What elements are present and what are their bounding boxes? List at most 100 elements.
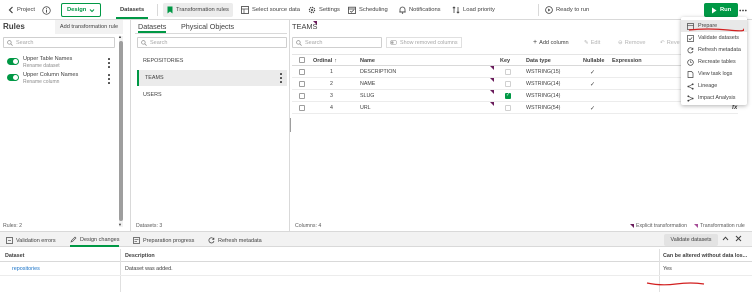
header-can-be-altered[interactable]: Can be altered without data los... — [663, 250, 747, 262]
menu-item-lineage[interactable]: Lineage — [681, 80, 747, 92]
menu-item-recreate-tables[interactable]: Recreate tables — [681, 56, 747, 68]
more-actions-button[interactable] — [738, 3, 748, 17]
nullable-check-icon: ✓ — [590, 105, 596, 112]
rule-toggle[interactable] — [7, 58, 19, 65]
checkmark-icon: ✓ — [506, 92, 511, 98]
datasets-search-input[interactable]: Search — [137, 37, 287, 48]
transformation-marker-icon — [490, 78, 494, 82]
key-checkbox[interactable] — [505, 105, 511, 111]
settings-button[interactable]: Settings — [304, 3, 344, 17]
scheduling-label: Scheduling — [359, 7, 388, 13]
row-checkbox[interactable] — [299, 69, 305, 75]
back-to-project-button[interactable]: Project — [4, 3, 39, 17]
rule-item[interactable]: Upper Column Names Rename column — [5, 72, 115, 88]
rule-more-menu[interactable] — [107, 58, 111, 68]
scheduling-button[interactable]: Scheduling — [344, 3, 392, 17]
add-transformation-rule-button[interactable]: Add transformation rule — [55, 20, 123, 34]
tab-physical-objects[interactable]: Physical Objects — [181, 22, 234, 31]
table-row[interactable]: 2 NAME WSTRING(14) ✓ — [292, 78, 738, 90]
notifications-button[interactable]: Notifications — [395, 3, 445, 17]
load-priority-label: Load priority — [463, 7, 495, 13]
header-nullable[interactable]: Nullable — [583, 55, 604, 66]
table-row[interactable]: 1 DESCRIPTION WSTRING(15) ✓ — [292, 66, 738, 78]
dataset-item-repositories[interactable]: REPOSITORIES — [137, 53, 287, 69]
scroll-up-arrow-icon[interactable]: ▲ — [118, 34, 122, 39]
header-datatype[interactable]: Data type — [526, 55, 551, 66]
separator — [538, 4, 539, 16]
pencil-icon — [70, 236, 77, 243]
nullable-check-icon: ✓ — [590, 81, 596, 88]
menu-item-refresh-metadata[interactable]: Refresh metadata — [681, 44, 747, 56]
nullable-check-icon: ✓ — [590, 69, 596, 76]
load-priority-button[interactable]: Load priority — [448, 3, 499, 17]
add-column-button[interactable]: + Add column — [533, 37, 569, 48]
rules-search-input[interactable]: Search — [3, 37, 115, 48]
dataset-item-teams[interactable]: TEAMS — [137, 70, 287, 86]
info-button[interactable] — [42, 3, 51, 17]
select-all-checkbox[interactable] — [299, 57, 305, 63]
run-button[interactable]: Run — [704, 3, 739, 17]
edit-button[interactable]: ✎ Edit — [584, 37, 600, 48]
document-icon — [687, 70, 694, 78]
progress-icon — [133, 237, 140, 244]
menu-item-validate-datasets[interactable]: Validate datasets — [681, 32, 747, 44]
header-expression[interactable]: Expression — [612, 55, 642, 66]
row-checkbox[interactable] — [299, 93, 305, 99]
toggle-icon — [390, 40, 397, 45]
tab-refresh-metadata[interactable]: Refresh metadata — [208, 234, 262, 247]
tab-validation-errors[interactable]: Validation errors — [6, 234, 56, 247]
row-checkbox[interactable] — [299, 105, 305, 111]
row-checkbox[interactable] — [299, 81, 305, 87]
bookmark-icon — [167, 6, 173, 14]
header-name[interactable]: Name — [360, 55, 375, 66]
rules-scrollbar-thumb[interactable] — [119, 41, 123, 221]
calendar-icon — [348, 6, 356, 14]
remove-circle-icon: ⊖ — [618, 39, 623, 46]
table-row[interactable]: 4 URL WSTRING(54) ✓ fx — [292, 102, 738, 114]
header-description[interactable]: Description — [125, 250, 155, 262]
show-removed-columns-button[interactable]: Show removed columns — [386, 37, 462, 48]
rule-item[interactable]: Upper Table Names Rename dataset — [5, 56, 115, 72]
sort-ascending-icon: ↑ — [334, 57, 338, 64]
header-ordinal[interactable]: Ordinal ↑ — [313, 55, 337, 66]
table-row[interactable]: 3 SLUG ✓ WSTRING(14) — [292, 90, 738, 102]
tab-datasets[interactable]: Datasets — [116, 2, 149, 19]
dataset-item-users[interactable]: USERS — [137, 87, 287, 103]
recreate-icon — [687, 58, 694, 66]
select-source-data-button[interactable]: Select source data — [237, 3, 304, 17]
rule-more-menu[interactable] — [107, 74, 111, 84]
add-column-label: Add column — [539, 39, 569, 46]
tab-design-changes[interactable]: Design changes — [70, 234, 120, 247]
menu-item-label: Lineage — [698, 83, 718, 89]
tab-preparation-progress[interactable]: Preparation progress — [133, 234, 194, 247]
search-icon — [7, 39, 13, 46]
transformation-rules-button[interactable]: Transformation rules — [163, 3, 233, 17]
table-row[interactable]: repositories Dataset was added. Yes — [0, 263, 752, 276]
resize-handle[interactable] — [290, 118, 291, 132]
datasets-search-placeholder: Search — [150, 39, 168, 46]
close-icon[interactable] — [735, 235, 742, 242]
remove-label: Remove — [624, 39, 646, 46]
legend-explicit-label: Explicit transformation — [636, 223, 688, 229]
validate-datasets-button[interactable]: Validate datasets — [664, 234, 718, 246]
revert-button[interactable]: ↶ Reve — [660, 37, 680, 48]
rule-toggle[interactable] — [7, 74, 19, 81]
dataset-more-menu[interactable] — [279, 73, 283, 83]
menu-item-label: Recreate tables — [698, 59, 736, 65]
collapse-panel-icon[interactable] — [722, 235, 729, 242]
remove-button[interactable]: ⊖ Remove — [618, 37, 646, 48]
menu-item-impact-analysis[interactable]: Impact Analysis — [681, 92, 747, 104]
pencil-icon: ✎ — [584, 39, 589, 46]
header-dataset[interactable]: Dataset — [5, 250, 24, 262]
design-label: Design — [67, 7, 87, 13]
design-dropdown[interactable]: Design — [61, 3, 102, 17]
key-checkbox[interactable] — [505, 69, 511, 75]
menu-item-view-task-logs[interactable]: View task logs — [681, 68, 747, 80]
header-key[interactable]: Key — [500, 55, 510, 66]
key-checkbox[interactable] — [505, 81, 511, 87]
columns-search-input[interactable]: Search — [292, 37, 382, 48]
dataset-link[interactable]: repositories — [12, 266, 40, 272]
scroll-down-arrow-icon[interactable]: ▼ — [118, 222, 122, 227]
tab-datasets-inner[interactable]: Datasets — [138, 22, 167, 33]
cell-name: NAME — [360, 81, 376, 87]
